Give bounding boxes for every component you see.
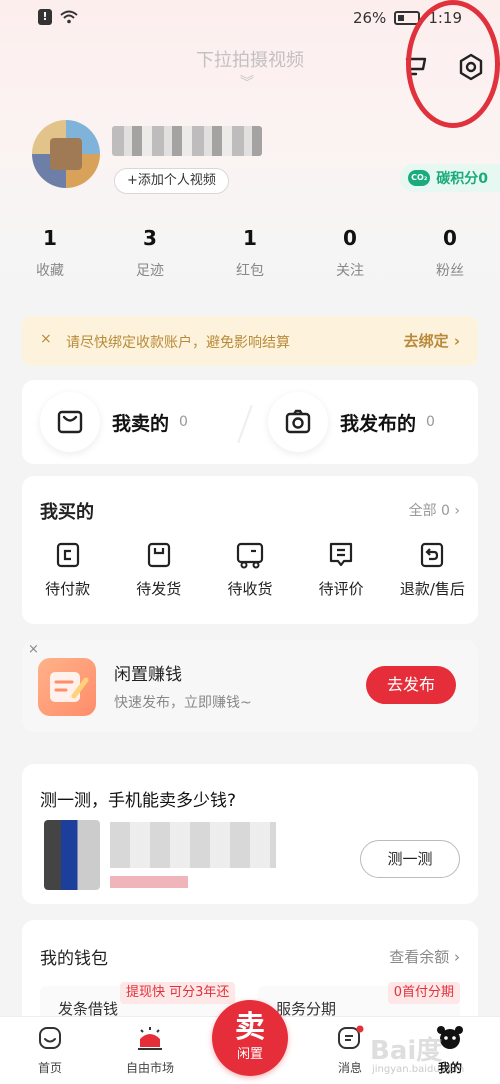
selling-card: 我卖的 0 我发布的 0 xyxy=(22,380,478,464)
close-icon[interactable]: × xyxy=(28,642,39,657)
idle-subtitle: 快速发布，立即赚钱~ xyxy=(114,695,252,711)
stat-number: 3 xyxy=(143,226,157,250)
my-published-count: 0 xyxy=(426,414,435,430)
bought-card: 我买的 全部 0 › 待付款 待发货 待收货 待评价 退款/售后 xyxy=(22,476,478,624)
avatar[interactable] xyxy=(32,120,100,188)
chevron-down-icon: ︾ xyxy=(240,75,254,91)
siren-icon xyxy=(138,1027,162,1050)
phone-name-blurred xyxy=(110,822,276,868)
order-label: 待付款 xyxy=(45,580,91,598)
close-icon[interactable]: × xyxy=(40,331,52,347)
clock: 1:19 xyxy=(428,9,462,27)
tab-label: 自由市场 xyxy=(125,1061,174,1075)
idle-earn-banner: × 闲置赚钱 快速发布，立即赚钱~ 去发布 xyxy=(22,640,478,732)
notice-text: 请尽快绑定收款账户，避免影响结算 xyxy=(66,335,290,351)
stat-footprints[interactable]: 3 足迹 xyxy=(100,226,200,280)
stat-label: 红包 xyxy=(236,263,264,279)
order-refund[interactable]: 退款/售后 xyxy=(387,540,478,599)
notepad-pencil-icon xyxy=(38,658,96,716)
stats-row: 1 收藏 3 足迹 1 红包 0 关注 0 粉丝 xyxy=(0,226,500,280)
go-publish-button[interactable]: 去发布 xyxy=(366,666,456,704)
stat-label: 粉丝 xyxy=(436,263,464,279)
watermark-logo: Bai度 xyxy=(370,1036,443,1066)
stat-number: 0 xyxy=(443,226,457,250)
hexagon-settings-icon[interactable] xyxy=(456,52,486,82)
co2-icon: CO₂ xyxy=(408,170,431,186)
tab-home[interactable]: 首页 xyxy=(10,1025,90,1076)
order-status-row: 待付款 待发货 待收货 待评价 退款/售后 xyxy=(22,540,478,599)
order-label: 退款/售后 xyxy=(399,580,465,598)
stat-label: 足迹 xyxy=(136,263,164,279)
valuation-title: 测一测，手机能卖多少钱? xyxy=(40,791,237,811)
order-label: 待发货 xyxy=(136,580,182,598)
home-icon xyxy=(39,1027,61,1049)
order-pending-review[interactable]: 待评价 xyxy=(296,540,387,599)
sold-bag-icon xyxy=(40,392,100,452)
order-pending-receipt[interactable]: 待收货 xyxy=(204,540,295,599)
stat-number: 1 xyxy=(43,226,57,250)
sell-fab-sublabel: 闲置 xyxy=(236,1047,263,1062)
my-sold-entry[interactable]: 我卖的 0 xyxy=(40,392,188,452)
bind-account-notice: × 请尽快绑定收款账户，避免影响结算 去绑定 › xyxy=(22,316,478,366)
idle-title: 闲置赚钱 xyxy=(114,665,182,685)
wallet-icon xyxy=(56,542,79,568)
camera-icon xyxy=(268,392,328,452)
tab-market[interactable]: 自由市场 xyxy=(110,1025,190,1076)
comment-icon xyxy=(330,542,353,567)
carbon-points-badge[interactable]: CO₂ 碳积分0 xyxy=(400,164,500,192)
stat-label: 关注 xyxy=(336,263,364,279)
watermark-url: jingyan.baidu.com xyxy=(372,1064,465,1075)
sell-idle-button[interactable]: 卖 闲置 xyxy=(212,1000,288,1076)
phone-price-blurred xyxy=(110,876,188,888)
divider xyxy=(237,404,253,444)
stat-followers[interactable]: 0 粉丝 xyxy=(400,226,500,280)
tab-label: 首页 xyxy=(37,1061,62,1075)
nickname-blurred xyxy=(112,126,262,156)
status-bar: ! 26% 1:19 xyxy=(0,0,500,36)
bind-account-link[interactable]: 去绑定 › xyxy=(404,330,460,351)
sell-fab-label: 卖 xyxy=(235,1010,265,1045)
stat-label: 收藏 xyxy=(36,263,64,279)
cart-icon[interactable] xyxy=(402,52,432,82)
add-personal-video-button[interactable]: +添加个人视频 xyxy=(114,168,229,194)
wallet-title: 我的钱包 xyxy=(40,949,108,969)
order-pending-payment[interactable]: 待付款 xyxy=(22,540,113,599)
truck-icon xyxy=(236,542,264,569)
carbon-points-label: 碳积分0 xyxy=(436,171,488,187)
battery-percent: 26% xyxy=(352,9,387,27)
order-label: 待评价 xyxy=(318,580,364,598)
loan-tag: 提现快 可分3年还 xyxy=(120,982,236,1004)
alert-icon: ! xyxy=(38,9,52,25)
battery-icon xyxy=(394,11,421,25)
my-published-entry[interactable]: 我发布的 0 xyxy=(268,392,435,452)
stat-favorites[interactable]: 1 收藏 xyxy=(0,226,100,280)
bought-title: 我买的 xyxy=(40,502,94,523)
my-sold-label: 我卖的 xyxy=(112,412,170,435)
phone-image-blurred xyxy=(44,820,100,890)
view-balance-link[interactable]: 查看余额 › xyxy=(389,946,460,967)
phone-valuation-card: 测一测，手机能卖多少钱? 测一测 xyxy=(22,764,478,904)
my-published-label: 我发布的 xyxy=(340,412,417,435)
test-button[interactable]: 测一测 xyxy=(360,840,460,878)
bought-all-link[interactable]: 全部 0 › xyxy=(409,500,460,520)
stat-following[interactable]: 0 关注 xyxy=(300,226,400,280)
message-icon xyxy=(338,1025,364,1049)
box-icon xyxy=(147,542,170,568)
stat-red-packets[interactable]: 1 红包 xyxy=(200,226,300,280)
order-label: 待收货 xyxy=(227,580,273,598)
stat-number: 0 xyxy=(343,226,357,250)
order-pending-shipment[interactable]: 待发货 xyxy=(113,540,204,599)
refund-icon xyxy=(421,542,444,568)
wifi-icon xyxy=(60,10,78,24)
stat-number: 1 xyxy=(243,226,257,250)
installment-tag: 0首付分期 xyxy=(387,982,460,1004)
my-sold-count: 0 xyxy=(179,414,188,430)
